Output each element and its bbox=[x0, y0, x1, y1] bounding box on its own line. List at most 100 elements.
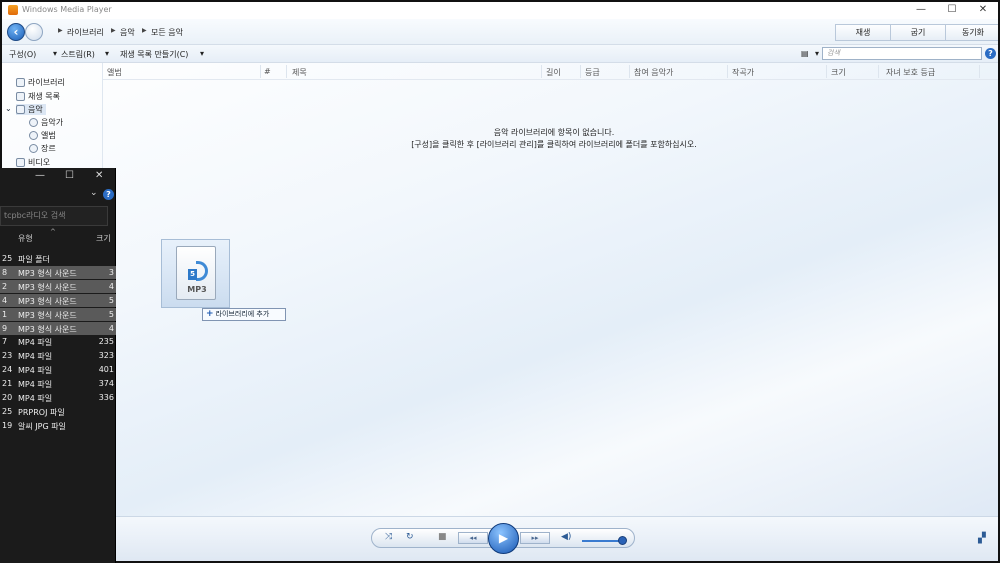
repeat-icon[interactable]: ↻ bbox=[406, 532, 414, 542]
column-parental-rating[interactable]: 자녀 보호 등급 bbox=[886, 67, 935, 79]
explorer-column-size[interactable]: 크기 bbox=[96, 233, 111, 244]
stop-icon[interactable]: ■ bbox=[438, 532, 447, 542]
column-divider[interactable] bbox=[286, 65, 287, 78]
column-divider[interactable] bbox=[580, 65, 581, 78]
column-contributing-artist[interactable]: 참여 음악가 bbox=[634, 67, 673, 79]
column-length[interactable]: 길이 bbox=[546, 67, 561, 79]
column-divider[interactable] bbox=[826, 65, 827, 78]
file-row[interactable]: 25 파일 폴더 bbox=[0, 252, 116, 265]
tab-burn[interactable]: 굽기 bbox=[890, 24, 946, 41]
explorer-column-type[interactable]: 유형 bbox=[18, 233, 33, 244]
library-content: 라이브러리 재생 목록 ⌄ 음악 음악가 앨범 장르 비디오 앨범 # 제목 길… bbox=[2, 63, 998, 516]
volume-slider-thumb[interactable] bbox=[618, 536, 627, 545]
tab-play[interactable]: 재생 bbox=[835, 24, 891, 41]
dragged-mp3-file[interactable]: 5 MP3 bbox=[161, 239, 230, 308]
file-row[interactable]: 4 MP3 형식 사운드 5 bbox=[0, 293, 116, 307]
file-row[interactable]: 20 MP4 파일 336 bbox=[0, 391, 116, 404]
minimize-button[interactable]: — bbox=[906, 3, 936, 17]
file-row[interactable]: 2 MP3 형식 사운드 4 bbox=[0, 279, 116, 293]
play-button[interactable]: ▶ bbox=[488, 523, 519, 554]
create-playlist-menu[interactable]: 재생 목록 만들기(C) bbox=[120, 49, 188, 60]
column-divider[interactable] bbox=[979, 65, 980, 78]
file-row-type: MP4 파일 bbox=[18, 366, 53, 376]
column-rating[interactable]: 등급 bbox=[585, 67, 600, 79]
nav-item-music[interactable]: 음악 bbox=[16, 104, 46, 115]
file-row[interactable]: 7 MP4 파일 235 bbox=[0, 335, 116, 348]
artist-icon bbox=[29, 118, 38, 127]
tooltip-label: 라이브러리에 추가 bbox=[215, 310, 270, 318]
file-row[interactable]: 23 MP4 파일 323 bbox=[0, 349, 116, 362]
nav-item-label: 재생 목록 bbox=[28, 92, 60, 101]
view-options-dropdown-icon[interactable]: ▾ bbox=[815, 49, 819, 58]
music-note-icon bbox=[16, 105, 25, 114]
nav-item-playlists[interactable]: 재생 목록 bbox=[16, 91, 60, 102]
back-button[interactable]: ‹ bbox=[7, 23, 25, 41]
nav-item-label: 장르 bbox=[41, 144, 56, 153]
column-track-number[interactable]: # bbox=[264, 67, 271, 79]
mp3-label: MP3 bbox=[187, 285, 207, 294]
file-row-size: 5 bbox=[108, 309, 114, 319]
file-row-type: MP4 파일 bbox=[18, 352, 53, 362]
organize-menu[interactable]: 구성(O) bbox=[9, 49, 36, 60]
explorer-maximize-button[interactable]: ☐ bbox=[65, 170, 74, 181]
sort-ascending-icon: ^ bbox=[50, 228, 56, 236]
column-album[interactable]: 앨범 bbox=[107, 67, 122, 79]
file-explorer-window: — ☐ ✕ ⌄ ? tcpbc라디오 검색 유형 ^ 크기 25 파일 폴더 8 MP… bbox=[0, 168, 116, 563]
breadcrumb-arrow-icon: ▶ bbox=[111, 27, 116, 34]
breadcrumb-arrow-icon: ▶ bbox=[142, 27, 147, 34]
volume-icon[interactable]: ◀) bbox=[561, 532, 571, 542]
nav-item-artist[interactable]: 음악가 bbox=[29, 117, 63, 128]
stream-menu[interactable]: 스트림(R) bbox=[61, 49, 95, 60]
column-divider[interactable] bbox=[541, 65, 542, 78]
explorer-search-input[interactable]: tcpbc라디오 검색 bbox=[0, 206, 108, 226]
window-title: Windows Media Player bbox=[22, 5, 112, 14]
file-row-size: 235 bbox=[98, 337, 114, 347]
file-row[interactable]: 9 MP3 형식 사운드 4 bbox=[0, 321, 116, 335]
close-button[interactable]: ✕ bbox=[968, 3, 998, 17]
column-divider[interactable] bbox=[878, 65, 879, 78]
column-divider[interactable] bbox=[629, 65, 630, 78]
file-row-type: MP4 파일 bbox=[18, 338, 53, 348]
nav-item-library[interactable]: 라이브러리 bbox=[16, 77, 65, 88]
nav-item-genre[interactable]: 장르 bbox=[29, 143, 56, 154]
shuffle-icon[interactable]: ⤨ bbox=[385, 532, 392, 542]
forward-button[interactable] bbox=[25, 23, 43, 41]
maximize-button[interactable]: ☐ bbox=[937, 3, 967, 17]
file-row[interactable]: 24 MP4 파일 401 bbox=[0, 363, 116, 376]
explorer-expand-icon[interactable]: ⌄ bbox=[90, 188, 98, 198]
column-divider[interactable] bbox=[260, 65, 261, 78]
file-row[interactable]: 19 알씨 JPG 파일 bbox=[0, 419, 116, 432]
column-title[interactable]: 제목 bbox=[292, 67, 307, 79]
previous-button[interactable]: ◂◂ bbox=[458, 532, 488, 544]
search-input[interactable]: 검색 bbox=[822, 47, 982, 60]
file-row[interactable]: 1 MP3 형식 사운드 5 bbox=[0, 307, 116, 321]
column-composer[interactable]: 작곡가 bbox=[732, 67, 754, 79]
stream-dropdown-icon: ▾ bbox=[105, 49, 110, 58]
explorer-help-icon[interactable]: ? bbox=[103, 189, 114, 200]
file-row-prefix: 25 bbox=[2, 406, 13, 416]
file-row[interactable]: 21 MP4 파일 374 bbox=[0, 377, 116, 390]
file-row-size: 4 bbox=[108, 281, 114, 291]
add-to-library-tooltip: + 라이브러리에 추가 bbox=[202, 308, 286, 321]
nav-item-video[interactable]: 비디오 bbox=[16, 157, 50, 168]
breadcrumb-music[interactable]: 음악 bbox=[120, 27, 135, 38]
column-size[interactable]: 크기 bbox=[831, 67, 846, 79]
tab-sync[interactable]: 동기화 bbox=[945, 24, 998, 41]
nav-item-album[interactable]: 앨범 bbox=[29, 130, 56, 141]
next-button[interactable]: ▸▸ bbox=[520, 532, 550, 544]
view-options-icon[interactable]: ▤ bbox=[801, 49, 809, 58]
file-row[interactable]: 8 MP3 형식 사운드 3 bbox=[0, 265, 116, 279]
file-count-badge: 5 bbox=[188, 269, 197, 280]
breadcrumb-all-music[interactable]: 모든 음악 bbox=[151, 27, 183, 38]
library-icon bbox=[16, 78, 25, 87]
expand-chevron-icon[interactable]: ⌄ bbox=[5, 104, 12, 113]
breadcrumb-arrow-icon: ▶ bbox=[58, 27, 63, 34]
file-row[interactable]: 25 PRPROJ 파일 bbox=[0, 405, 116, 418]
explorer-close-button[interactable]: ✕ bbox=[95, 170, 103, 181]
explorer-minimize-button[interactable]: — bbox=[35, 170, 45, 181]
switch-to-now-playing-icon[interactable]: ▞ bbox=[978, 533, 988, 544]
help-icon[interactable]: ? bbox=[985, 48, 996, 59]
file-row-prefix: 8 bbox=[2, 267, 8, 277]
breadcrumb-library[interactable]: 라이브러리 bbox=[67, 27, 104, 38]
column-divider[interactable] bbox=[727, 65, 728, 78]
